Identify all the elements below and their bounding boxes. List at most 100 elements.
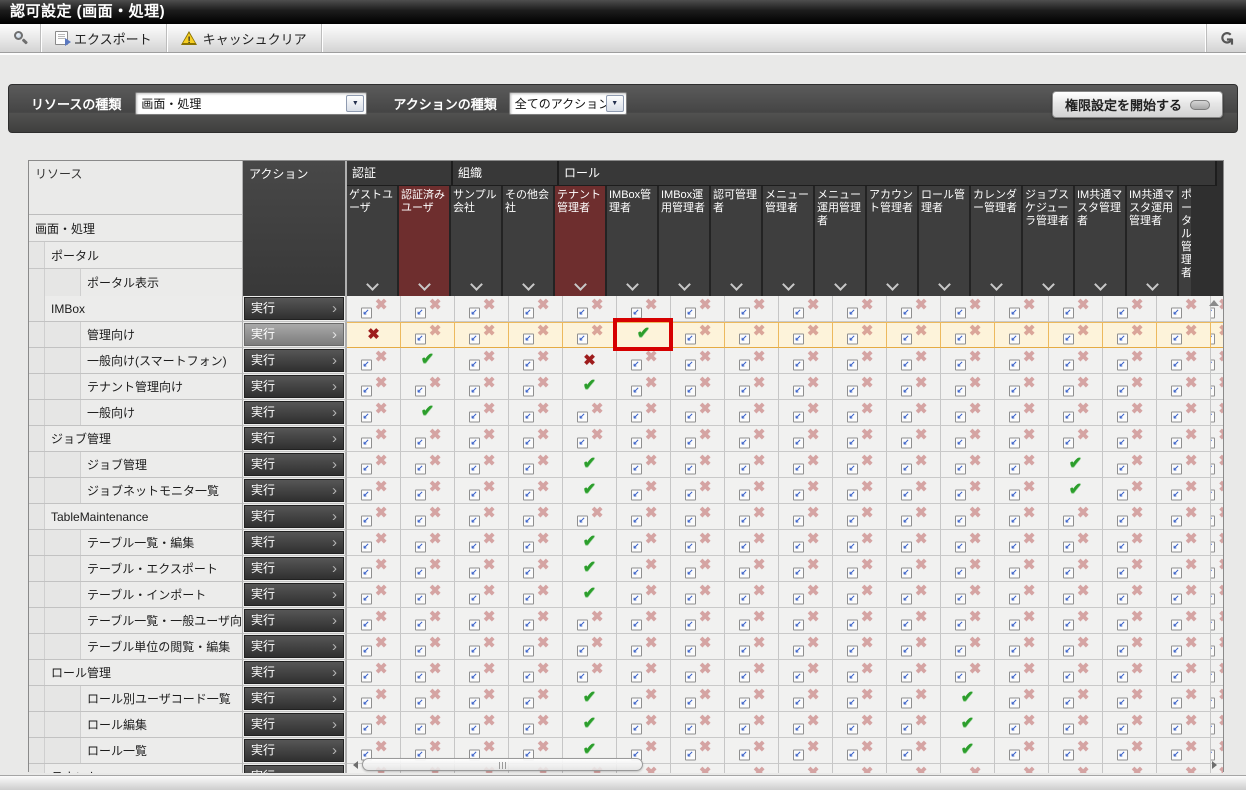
permission-cell[interactable]: ✖↙	[887, 504, 941, 530]
permission-cell[interactable]: ✖↙	[887, 764, 941, 773]
permission-cell[interactable]: ✖↙	[1211, 504, 1223, 530]
permission-cell[interactable]: ✖↙	[347, 504, 401, 530]
column-header[interactable]: カレンダー管理者	[971, 186, 1023, 296]
permission-cell[interactable]: ✖↙	[995, 686, 1049, 712]
permission-cell[interactable]: ✔	[563, 452, 617, 478]
permission-cell[interactable]: ✖↙	[617, 556, 671, 582]
resource-cell[interactable]: TableMaintenance	[29, 504, 243, 530]
permission-cell[interactable]: ✖↙	[401, 478, 455, 504]
permission-cell[interactable]: ✖↙	[347, 634, 401, 660]
permission-cell[interactable]: ✖↙	[887, 556, 941, 582]
permission-cell[interactable]: ✖↙	[725, 374, 779, 400]
permission-cell[interactable]: ✖↙	[1103, 426, 1157, 452]
permission-cell[interactable]: ✖↙	[1157, 426, 1211, 452]
permission-cell[interactable]: ✖↙	[833, 634, 887, 660]
permission-cell[interactable]: ✖↙	[833, 478, 887, 504]
permission-cell[interactable]: ✖↙	[1103, 582, 1157, 608]
permission-cell[interactable]: ✖↙	[833, 400, 887, 426]
permission-cell[interactable]: ✖↙	[1049, 686, 1103, 712]
permission-cell[interactable]: ✖↙	[941, 608, 995, 634]
resource-cell[interactable]: ジョブ管理	[29, 426, 243, 452]
permission-cell[interactable]: ✖↙	[941, 634, 995, 660]
permission-cell[interactable]: ✔	[401, 400, 455, 426]
permission-cell[interactable]: ✖↙	[779, 374, 833, 400]
permission-cell[interactable]: ✖↙	[1103, 348, 1157, 374]
column-header[interactable]: 認証済みユーザ	[399, 186, 451, 296]
permission-cell[interactable]: ✖↙	[509, 530, 563, 556]
permission-cell[interactable]: ✖↙	[725, 556, 779, 582]
permission-cell[interactable]: ✖↙	[887, 582, 941, 608]
permission-cell[interactable]: ✖↙	[779, 634, 833, 660]
permission-cell[interactable]: ✖↙	[617, 530, 671, 556]
permission-cell[interactable]: ✖↙	[671, 426, 725, 452]
permission-cell[interactable]: ✖↙	[779, 530, 833, 556]
permission-cell[interactable]: ✖↙	[455, 530, 509, 556]
permission-cell[interactable]: ✖↙	[509, 582, 563, 608]
resource-cell[interactable]: テーブル・エクスポート	[29, 556, 243, 582]
execute-button[interactable]: 実行›	[244, 583, 344, 606]
permission-cell[interactable]: ✖↙	[995, 478, 1049, 504]
permission-cell[interactable]: ✖↙	[509, 738, 563, 764]
execute-button[interactable]: 実行›	[244, 375, 344, 398]
permission-cell[interactable]: ✖↙	[725, 738, 779, 764]
permission-cell[interactable]: ✖↙	[779, 426, 833, 452]
permission-cell[interactable]: ✖↙	[725, 400, 779, 426]
permission-cell[interactable]: ✖↙	[995, 738, 1049, 764]
permission-cell[interactable]: ✖↙	[725, 296, 779, 322]
permission-cell[interactable]: ✖↙	[725, 660, 779, 686]
permission-cell[interactable]: ✔	[563, 738, 617, 764]
permission-cell[interactable]: ✖↙	[1211, 426, 1223, 452]
permission-cell[interactable]: ✖↙	[617, 504, 671, 530]
permission-cell[interactable]: ✖↙	[725, 530, 779, 556]
permission-cell[interactable]: ✖↙	[671, 348, 725, 374]
permission-cell[interactable]: ✖↙	[833, 452, 887, 478]
tree-header-row[interactable]: ポータル	[29, 242, 242, 269]
permission-cell[interactable]: ✖↙	[1211, 452, 1223, 478]
permission-cell[interactable]: ✖↙	[1103, 400, 1157, 426]
permission-cell[interactable]: ✖↙	[1211, 686, 1223, 712]
permission-cell[interactable]: ✔	[563, 478, 617, 504]
permission-cell[interactable]: ✖↙	[833, 660, 887, 686]
permission-cell[interactable]: ✖↙	[725, 634, 779, 660]
resource-cell[interactable]: 一般向け	[29, 400, 243, 426]
permission-cell[interactable]: ✖↙	[1157, 504, 1211, 530]
execute-button[interactable]: 実行›	[244, 427, 344, 450]
permission-cell[interactable]: ✖↙	[671, 556, 725, 582]
permission-cell[interactable]: ✖↙	[887, 374, 941, 400]
permission-cell[interactable]: ✖↙	[1103, 452, 1157, 478]
permission-cell[interactable]: ✖↙	[1049, 582, 1103, 608]
scroll-up-arrow[interactable]	[1209, 300, 1219, 306]
permission-cell[interactable]: ✖↙	[941, 504, 995, 530]
permission-cell[interactable]: ✖↙	[995, 764, 1049, 773]
permission-cell[interactable]: ✖↙	[1049, 504, 1103, 530]
permission-cell[interactable]: ✖↙	[563, 634, 617, 660]
permission-cell[interactable]: ✖↙	[887, 322, 941, 348]
resource-cell[interactable]: テナント管理向け	[29, 374, 243, 400]
permission-cell[interactable]: ✖↙	[671, 400, 725, 426]
resource-type-select[interactable]: 画面・処理 ▼	[135, 92, 367, 115]
column-header[interactable]: 認可管理者	[711, 186, 763, 296]
refresh-button[interactable]: ↺	[1206, 24, 1246, 52]
permission-cell[interactable]: ✖↙	[941, 530, 995, 556]
permission-cell[interactable]: ✖↙	[671, 374, 725, 400]
permission-cell[interactable]: ✖↙	[779, 764, 833, 773]
permission-cell[interactable]: ✖↙	[995, 504, 1049, 530]
permission-cell[interactable]: ✖↙	[1103, 660, 1157, 686]
permission-cell[interactable]: ✖↙	[779, 478, 833, 504]
permission-cell[interactable]: ✖↙	[833, 582, 887, 608]
resource-cell[interactable]: ロール一覧	[29, 738, 243, 764]
permission-cell[interactable]: ✖↙	[671, 452, 725, 478]
permission-cell[interactable]: ✖↙	[887, 296, 941, 322]
column-header[interactable]: IMBox管理者	[607, 186, 659, 296]
permission-cell[interactable]: ✖↙	[725, 608, 779, 634]
permission-cell[interactable]: ✖↙	[617, 478, 671, 504]
permission-cell[interactable]: ✖↙	[1103, 296, 1157, 322]
permission-cell[interactable]: ✖↙	[401, 504, 455, 530]
permission-cell[interactable]: ✖↙	[509, 426, 563, 452]
permission-cell[interactable]: ✖↙	[1049, 348, 1103, 374]
resource-cell[interactable]: 管理向け	[29, 322, 243, 348]
permission-cell[interactable]: ✖↙	[1157, 686, 1211, 712]
resource-cell[interactable]: テーブル一覧・一般ユーザ向け	[29, 608, 243, 634]
permission-cell[interactable]: ✖↙	[455, 608, 509, 634]
permission-cell[interactable]: ✖↙	[401, 296, 455, 322]
